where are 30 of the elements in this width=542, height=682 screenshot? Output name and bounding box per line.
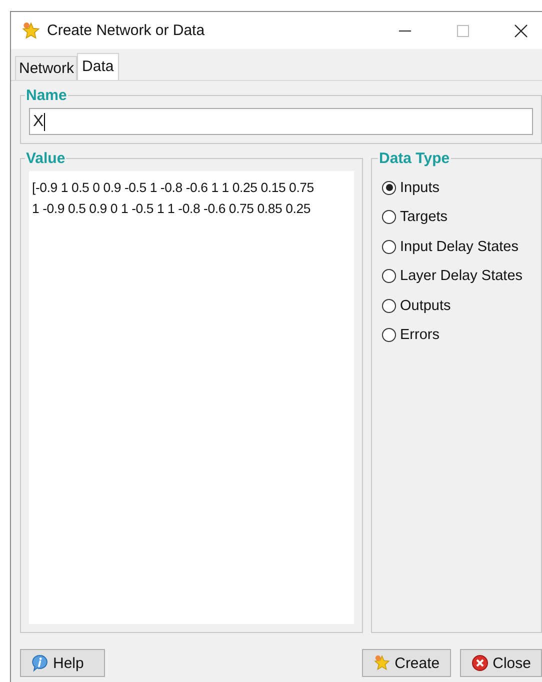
radio-option[interactable]: Input Delay States <box>382 232 537 262</box>
radio-button[interactable] <box>382 240 396 254</box>
close-icon <box>470 654 489 672</box>
radio-button[interactable] <box>382 269 396 284</box>
group-title: Value <box>25 150 66 167</box>
value-field[interactable]: [-0.9 1 0.5 0 0.9 -0.5 1 -0.8 -0.6 1 1 0.25 0.15 0.75 1 -0.9 0.5 0.9 0 1 -0.5 1 1 -0.8 -0.6 0.75 0.85 0.25 <box>29 171 354 624</box>
radio-option[interactable]: Outputs <box>382 291 537 320</box>
create-button[interactable]: Create <box>362 649 451 677</box>
window-title: Create Network or Data <box>47 22 205 39</box>
radio-option[interactable]: Errors <box>382 320 537 350</box>
star-icon <box>372 654 391 672</box>
value-text: 1 -0.9 0.5 0.9 0 1 -0.5 1 1 -0.8 -0.6 0.75 0.85 0.25 <box>32 200 312 218</box>
radio-button[interactable] <box>382 210 396 224</box>
value-text: [-0.9 1 0.5 0 0.9 -0.5 1 -0.8 -0.6 1 1 0.25 0.15 0.75 <box>32 179 315 197</box>
radio-option[interactable]: Targets <box>382 202 537 232</box>
info-icon <box>31 654 49 672</box>
close-button[interactable]: Close <box>460 649 542 677</box>
close-icon[interactable] <box>514 24 528 38</box>
radio-option[interactable]: Inputs <box>382 173 537 202</box>
group-title: Name <box>25 87 68 104</box>
name-field[interactable]: X <box>29 108 533 135</box>
help-button[interactable]: Help <box>20 649 105 677</box>
tab[interactable]: Network <box>15 56 78 80</box>
tab[interactable]: Data <box>77 53 119 80</box>
radio-option[interactable]: Layer Delay States <box>382 262 537 291</box>
radio-button[interactable] <box>382 328 396 342</box>
group-title: Data Type <box>378 150 451 167</box>
star-icon <box>21 20 41 40</box>
radio-button[interactable] <box>382 298 396 313</box>
radio-button[interactable] <box>382 180 396 195</box>
